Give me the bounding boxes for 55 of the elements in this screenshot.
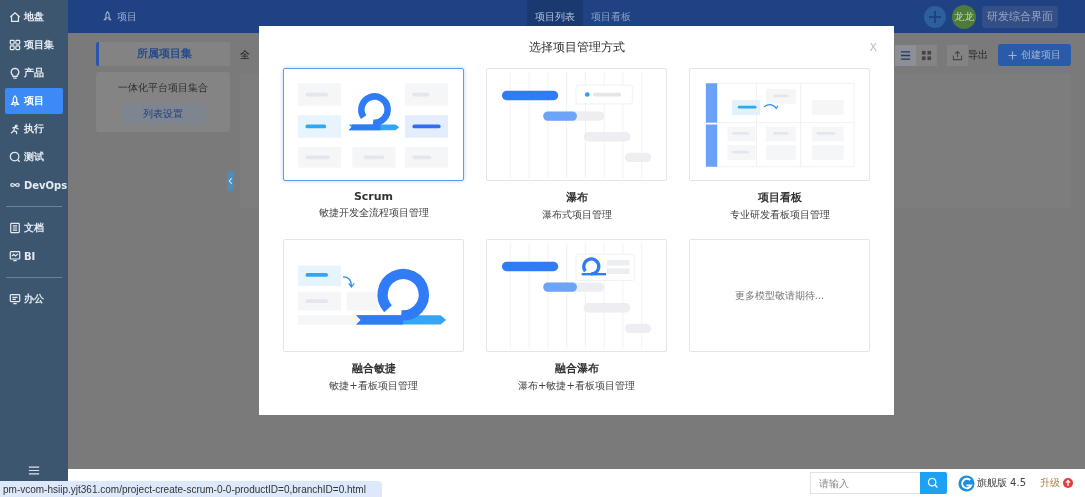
- create-project-button[interactable]: 创建项目: [998, 44, 1071, 66]
- collapse-handle[interactable]: [227, 171, 234, 191]
- method-description: 专业研发看板项目管理: [729, 208, 830, 222]
- chevron-left-icon: [228, 177, 233, 185]
- status-url: pm-vcom-hsiip.yjt361.com/project-create-scrum-0-0-productID=0,branchID=0.html: [0, 481, 382, 497]
- method-title: 融合敏捷: [351, 361, 396, 376]
- search-icon: [927, 477, 940, 489]
- nav-item[interactable]: BI: [5, 243, 63, 269]
- method-description: 敏捷开发全流程项目管理: [318, 206, 429, 220]
- plus-icon: [1008, 50, 1017, 60]
- nav-item[interactable]: 地盘: [5, 4, 63, 30]
- nav-item[interactable]: 测试: [5, 144, 63, 170]
- nav-item[interactable]: 项目: [5, 88, 63, 114]
- method-title: Scrum: [353, 190, 394, 203]
- desktop-icon: [9, 293, 21, 305]
- monitor-icon: [9, 250, 21, 262]
- search-button[interactable]: [919, 472, 947, 494]
- add-icon[interactable]: [924, 5, 946, 28]
- up-arrow-icon: [1063, 478, 1073, 488]
- menu-icon[interactable]: [28, 466, 40, 475]
- home-icon: [9, 11, 21, 23]
- export-button[interactable]: 导出: [947, 44, 988, 66]
- method-description: 敏捷+看板项目管理: [329, 379, 418, 393]
- filter-tab[interactable]: 全: [240, 48, 250, 62]
- nav-item[interactable]: 文档: [5, 215, 63, 241]
- dialog-title: 选择项目管理方式: [528, 38, 625, 56]
- list-settings-button[interactable]: 列表设置: [121, 103, 205, 124]
- nav-item[interactable]: 产品: [5, 60, 63, 86]
- method-title: 融合瀑布: [554, 361, 599, 376]
- rocket-icon: [102, 11, 113, 22]
- workspace-button[interactable]: 研发综合界面: [982, 5, 1058, 28]
- list-view-icon[interactable]: [895, 44, 916, 66]
- nav-item[interactable]: 办公: [5, 286, 63, 312]
- export-icon: [947, 44, 968, 66]
- grid-icon: [9, 39, 21, 51]
- runner-icon: [9, 123, 21, 135]
- grid-view-icon[interactable]: [916, 44, 937, 66]
- edition-label: 旗舰版 4.5: [976, 476, 1026, 490]
- method-card[interactable]: 更多模型敬请期待...: [689, 239, 870, 352]
- logo-icon: [957, 474, 975, 492]
- document-icon: [9, 222, 21, 234]
- method-title: 项目看板: [757, 190, 802, 205]
- method-title: 瀑布: [565, 190, 588, 205]
- avatar[interactable]: 龙龙: [952, 4, 976, 29]
- module-title: 项目: [102, 9, 137, 24]
- nav-item[interactable]: 项目集: [5, 32, 63, 58]
- method-description: 瀑布+敏捷+看板项目管理: [518, 379, 635, 393]
- method-description: 瀑布式项目管理: [541, 208, 612, 222]
- lightbulb-icon: [9, 67, 21, 79]
- nav-item[interactable]: 执行: [5, 116, 63, 142]
- magnifier-icon: [9, 151, 21, 163]
- search-field[interactable]: 请输入: [809, 472, 920, 494]
- coming-soon-text: 更多模型敬请期待...: [734, 288, 825, 303]
- upgrade-link[interactable]: 升级: [1040, 476, 1073, 490]
- rocket-icon: [9, 95, 21, 107]
